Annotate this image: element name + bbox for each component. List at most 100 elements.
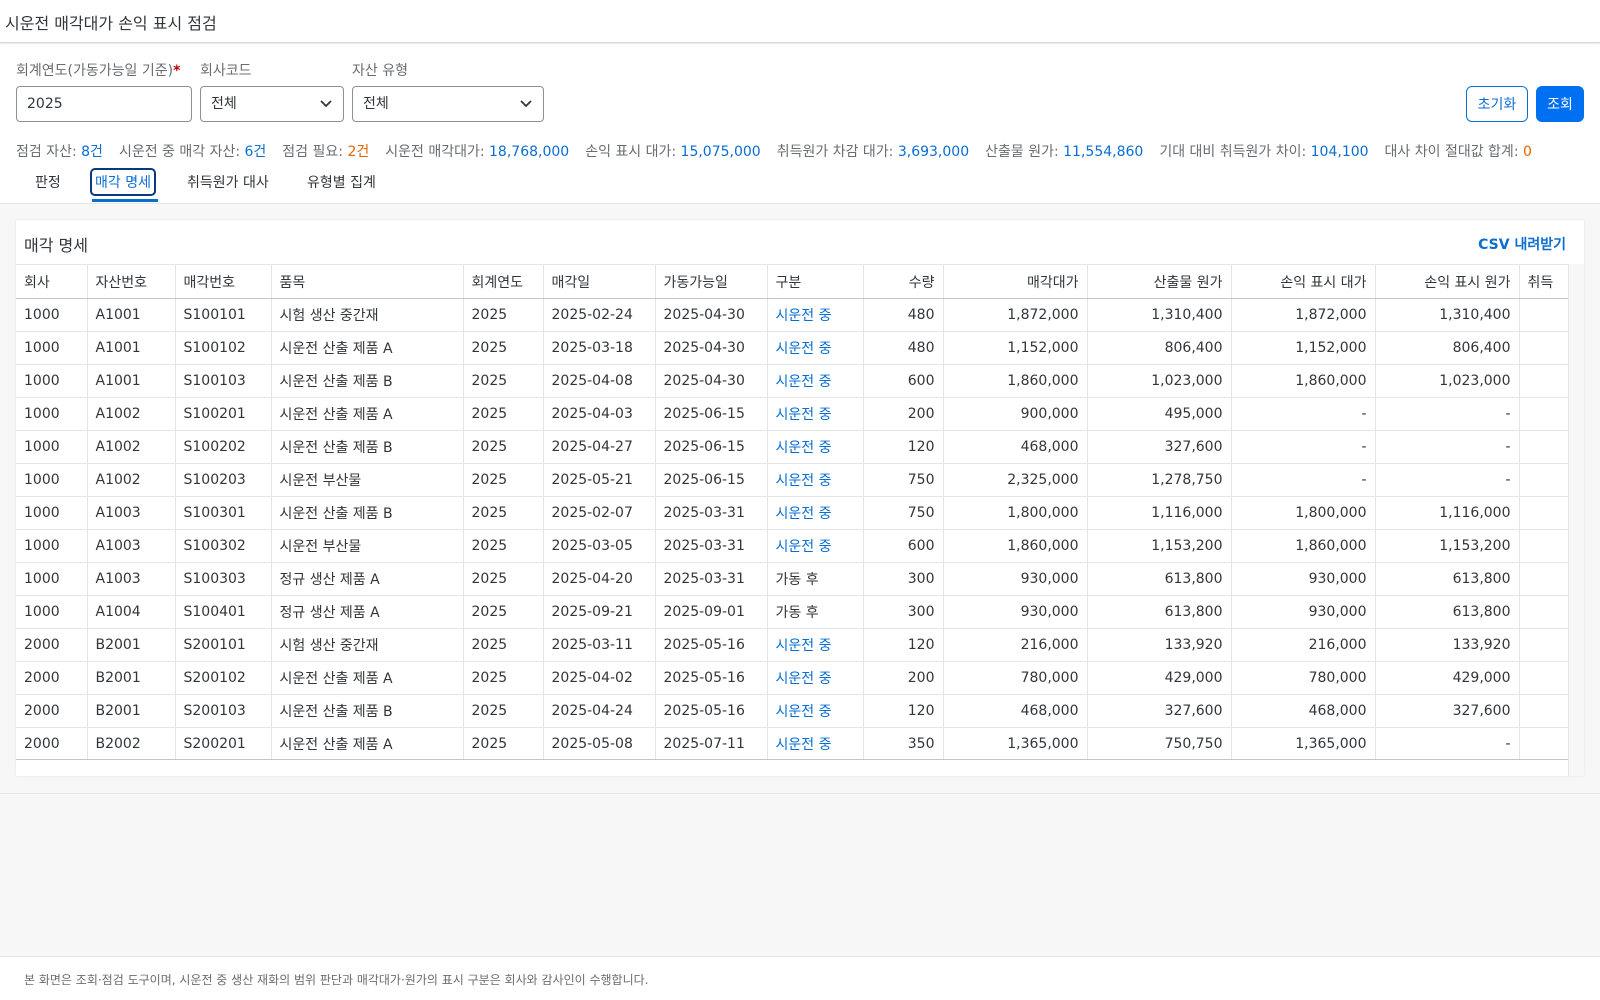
table-cell: 1000: [16, 364, 88, 398]
table-row[interactable]: 1000 A1004 S100401 정규 생산 제품 A 2025 2025-09-21…: [16, 595, 1568, 629]
asset-type-select[interactable]: 전체: [352, 86, 544, 122]
table-row[interactable]: 1000 A1001 S100103 시운전 산출 제품 B 2025 2025-04-0…: [16, 364, 1568, 398]
table-cell: 613,800: [1375, 562, 1520, 596]
active-tab-indicator: [92, 199, 158, 202]
table-cell: 495,000: [1087, 397, 1232, 431]
table-cell: 216,000: [943, 628, 1088, 662]
table-row[interactable]: 2000 B2001 S200102 시운전 산출 제품 A 2025 2025-04-0…: [16, 661, 1568, 695]
table-cell: 2,325,000: [943, 463, 1088, 497]
table-cell: [1519, 397, 1568, 431]
table-cell: B2001: [87, 628, 176, 662]
column-header[interactable]: 취득: [1519, 264, 1568, 299]
table-row[interactable]: 1000 A1002 S100201 시운전 산출 제품 A 2025 2025-04-0…: [16, 397, 1568, 431]
table-cell: 2025-04-30: [655, 364, 768, 398]
table-cell: 1,023,000: [1087, 364, 1232, 398]
table-cell: 2025-02-24: [543, 298, 656, 332]
table-cell: 1,872,000: [1231, 298, 1376, 332]
table-cell: 가동 후: [767, 562, 864, 596]
csv-download-link[interactable]: CSV 내려받기: [1478, 234, 1566, 254]
table-cell: 1,860,000: [1231, 364, 1376, 398]
table-row[interactable]: 1000 A1003 S100303 정규 생산 제품 A 2025 2025-04-20…: [16, 562, 1568, 596]
tab-acquisition-cost-reconciliation[interactable]: 취득원가 대사: [184, 170, 272, 194]
table-cell: B2001: [87, 694, 176, 728]
table-row[interactable]: 2000 B2001 S200101 시험 생산 중간재 2025 2025-03-11 2…: [16, 628, 1568, 662]
table-row[interactable]: 1000 A1003 S100301 시운전 산출 제품 B 2025 2025-02-0…: [16, 496, 1568, 530]
column-header[interactable]: 품목: [271, 264, 464, 299]
table-cell: 1,152,000: [1231, 331, 1376, 365]
table-cell: 시운전 산출 제품 A: [271, 727, 464, 759]
table-cell: 1000: [16, 298, 88, 332]
table-cell: [1519, 463, 1568, 497]
table-cell: 1,278,750: [1087, 463, 1232, 497]
table-cell: S100203: [175, 463, 272, 497]
table-cell: 2025: [463, 397, 544, 431]
table-row[interactable]: 1000 A1002 S100203 시운전 부산물 2025 2025-05-21 202…: [16, 463, 1568, 497]
company-code-select[interactable]: 전체: [200, 86, 344, 122]
column-header[interactable]: 손익 표시 대가: [1231, 264, 1376, 299]
table-cell: 780,000: [1231, 661, 1376, 695]
table-cell: 2025-05-08: [543, 727, 656, 759]
table-cell: A1003: [87, 496, 176, 530]
column-header[interactable]: 산출물 원가: [1087, 264, 1232, 299]
table-cell: 930,000: [1231, 562, 1376, 596]
table-cell: 1000: [16, 331, 88, 365]
tab-sales-detail[interactable]: 매각 명세: [90, 168, 156, 196]
reset-button[interactable]: 초기화: [1466, 86, 1528, 122]
search-button[interactable]: 조회: [1536, 86, 1584, 122]
table-cell: 750,750: [1087, 727, 1232, 759]
table-row[interactable]: 1000 A1002 S100202 시운전 산출 제품 B 2025 2025-04-2…: [16, 430, 1568, 464]
table-cell: 120: [863, 628, 944, 662]
table-row[interactable]: 2000 B2002 S200201 시운전 산출 제품 A 2025 2025-05-0…: [16, 727, 1568, 759]
sales-detail-panel: 매각 명세 CSV 내려받기 회사 자산번호 매각번호 품목 회계연도 매각일 가동가능일 구…: [16, 220, 1584, 776]
table-viewport[interactable]: 회사 자산번호 매각번호 품목 회계연도 매각일 가동가능일 구분 수량 매각대가 산출물 원가 손익…: [16, 264, 1568, 760]
table-cell: 1,860,000: [943, 364, 1088, 398]
table-cell: 2025-04-27: [543, 430, 656, 464]
table-cell: 1,800,000: [1231, 496, 1376, 530]
table-cell: -: [1231, 397, 1376, 431]
table-cell: 133,920: [1375, 628, 1520, 662]
column-header[interactable]: 매각대가: [943, 264, 1088, 299]
table-cell: [1519, 595, 1568, 629]
kpi-item: 시운전 매각대가: 18,768,000: [385, 144, 570, 160]
table-row[interactable]: 1000 A1001 S100101 시험 생산 중간재 2025 2025-02-24 2…: [16, 298, 1568, 332]
column-header[interactable]: 회계연도: [463, 264, 544, 299]
table-cell: 시운전 산출 제품 B: [271, 364, 464, 398]
table-cell: 1000: [16, 397, 88, 431]
table-cell: S100103: [175, 364, 272, 398]
column-header[interactable]: 매각일: [543, 264, 656, 299]
table-cell: 216,000: [1231, 628, 1376, 662]
table-cell: 2025: [463, 364, 544, 398]
table-row[interactable]: 1000 A1001 S100102 시운전 산출 제품 A 2025 2025-03-1…: [16, 331, 1568, 365]
kpi-item: 기대 대비 취득원가 차이: 104,100: [1159, 144, 1369, 160]
vertical-scrollbar[interactable]: [1568, 264, 1584, 776]
chevron-down-icon: [319, 87, 333, 121]
table-cell: 2025-06-15: [655, 463, 768, 497]
column-header[interactable]: 수량: [863, 264, 944, 299]
column-header[interactable]: 회사: [16, 264, 88, 299]
table-cell: 2025-03-11: [543, 628, 656, 662]
table-cell: 468,000: [1231, 694, 1376, 728]
table-cell: 1,153,200: [1375, 529, 1520, 563]
column-header[interactable]: 자산번호: [87, 264, 176, 299]
table-cell: 2025-04-08: [543, 364, 656, 398]
table-cell: 1,872,000: [943, 298, 1088, 332]
tab-summary-by-type[interactable]: 유형별 집계: [304, 170, 379, 194]
table-cell: A1004: [87, 595, 176, 629]
column-header[interactable]: 매각번호: [175, 264, 272, 299]
year-label: 회계연도(가동가능일 기준)*: [16, 63, 181, 79]
column-header[interactable]: 구분: [767, 264, 864, 299]
column-header[interactable]: 가동가능일: [655, 264, 768, 299]
table-cell: 930,000: [943, 595, 1088, 629]
required-mark: *: [173, 63, 181, 79]
kpi-item: 손익 표시 대가: 15,075,000: [585, 144, 761, 160]
column-header[interactable]: 손익 표시 원가: [1375, 264, 1520, 299]
table-cell: 480: [863, 298, 944, 332]
table-cell: [1519, 661, 1568, 695]
year-input[interactable]: 2025: [16, 86, 192, 122]
table-cell: -: [1375, 727, 1520, 759]
tab-verdict[interactable]: 판정: [32, 170, 64, 194]
table-row[interactable]: 2000 B2001 S200103 시운전 산출 제품 B 2025 2025-04-2…: [16, 694, 1568, 728]
year-input-value: 2025: [27, 96, 63, 112]
table-row[interactable]: 1000 A1003 S100302 시운전 부산물 2025 2025-03-05 202…: [16, 529, 1568, 563]
table-cell: 2025-03-31: [655, 496, 768, 530]
